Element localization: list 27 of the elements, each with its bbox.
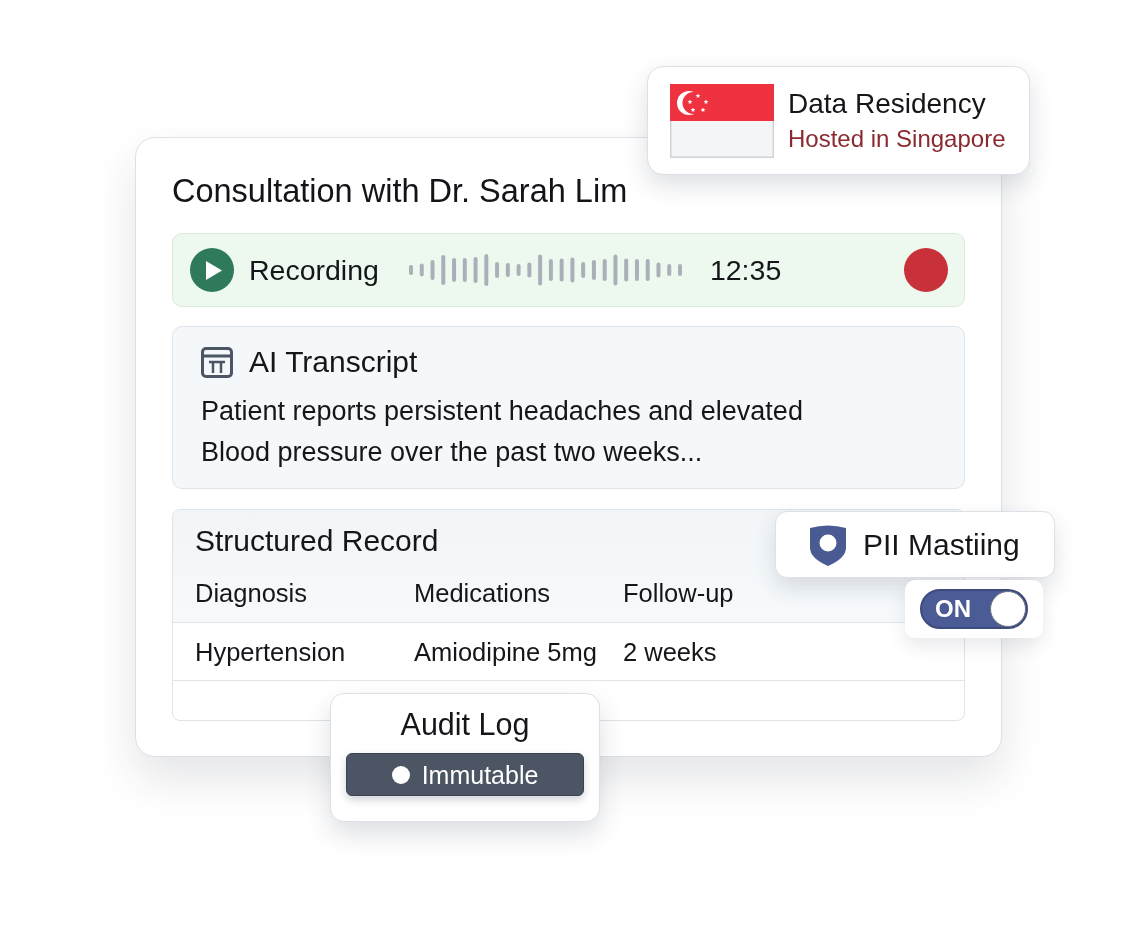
card-title: Consultation with Dr. Sarah Lim	[172, 172, 628, 210]
toggle-knob	[990, 591, 1026, 627]
column-header: Diagnosis	[195, 578, 307, 608]
transcript-title: AI Transcript	[249, 345, 418, 379]
table-cell: 2 weeks	[623, 636, 717, 667]
record-title: Structured Record	[195, 524, 439, 558]
recording-time: 12:35	[709, 253, 782, 287]
shield-icon	[808, 523, 848, 566]
transcript-line: Blood pressure over the past two weeks...	[201, 436, 703, 469]
flag-icon	[670, 83, 774, 158]
residency-location: Hosted in Singapore	[788, 125, 1006, 153]
pii-label: PII Mastiing	[863, 527, 1020, 562]
audit-title: Audit Log	[400, 706, 530, 742]
play-button[interactable]	[190, 248, 234, 292]
recording-label: Recording	[249, 253, 379, 287]
transcript-line: Patient reports persistent headaches and elevated	[201, 395, 803, 428]
record-button[interactable]	[904, 248, 948, 292]
status-dot-icon	[391, 765, 410, 784]
column-header: Follow-up	[623, 578, 734, 608]
toggle-switch[interactable]: ON	[920, 589, 1028, 629]
columns-icon	[201, 346, 233, 378]
play-icon	[206, 260, 222, 280]
table-cell: Hypertension	[195, 636, 346, 667]
residency-title: Data Residency	[788, 88, 986, 120]
column-header: Medications	[414, 578, 551, 608]
status-label: Immutable	[421, 759, 539, 790]
table-cell: Amiodipine 5mg	[414, 636, 597, 667]
